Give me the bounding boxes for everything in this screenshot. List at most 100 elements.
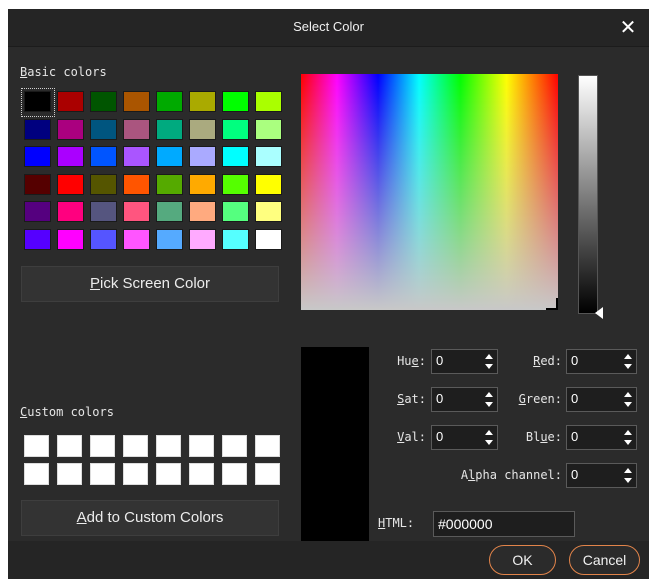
basic-color-swatch[interactable] bbox=[186, 226, 219, 254]
basic-color-swatch[interactable] bbox=[252, 116, 285, 144]
custom-color-swatch[interactable] bbox=[54, 433, 87, 461]
hue-spinbox[interactable]: 0 bbox=[431, 349, 498, 374]
pick-screen-color-button[interactable]: Pick Screen Color bbox=[21, 266, 279, 302]
basic-color-swatch[interactable] bbox=[153, 198, 186, 226]
red-spinbox[interactable]: 0 bbox=[566, 349, 637, 374]
basic-color-swatch[interactable] bbox=[54, 116, 87, 144]
luminance-slider[interactable] bbox=[578, 75, 598, 314]
basic-color-swatch[interactable] bbox=[21, 143, 54, 171]
basic-color-swatch[interactable] bbox=[120, 116, 153, 144]
blue-spinbox[interactable]: 0 bbox=[566, 425, 637, 450]
custom-color-swatch[interactable] bbox=[120, 461, 153, 489]
basic-color-swatch[interactable] bbox=[54, 88, 87, 116]
basic-color-swatch[interactable] bbox=[153, 226, 186, 254]
basic-color-swatch[interactable] bbox=[252, 88, 285, 116]
basic-color-swatch[interactable] bbox=[120, 198, 153, 226]
swatch-fill bbox=[189, 173, 216, 195]
spin-arrows-icon[interactable] bbox=[624, 467, 632, 484]
hue-saturation-picker[interactable] bbox=[301, 74, 558, 310]
basic-color-swatch[interactable] bbox=[120, 171, 153, 199]
spin-arrows-icon[interactable] bbox=[624, 391, 632, 408]
basic-color-swatch[interactable] bbox=[252, 143, 285, 171]
basic-color-swatch[interactable] bbox=[252, 171, 285, 199]
custom-color-swatch[interactable] bbox=[252, 461, 285, 489]
custom-color-swatch[interactable] bbox=[219, 461, 252, 489]
custom-color-swatch[interactable] bbox=[120, 433, 153, 461]
swatch-fill bbox=[57, 201, 84, 222]
basic-color-swatch[interactable] bbox=[219, 88, 252, 116]
spin-arrows-icon[interactable] bbox=[485, 391, 493, 408]
swatch-fill bbox=[255, 228, 282, 250]
basic-color-swatch[interactable] bbox=[186, 171, 219, 199]
basic-color-swatch[interactable] bbox=[153, 143, 186, 171]
basic-color-swatch[interactable] bbox=[87, 171, 120, 199]
basic-color-swatch[interactable] bbox=[21, 88, 55, 117]
spin-arrows-icon[interactable] bbox=[624, 429, 632, 446]
custom-color-swatch[interactable] bbox=[21, 461, 54, 489]
basic-color-swatch[interactable] bbox=[186, 88, 219, 116]
custom-color-swatch[interactable] bbox=[87, 433, 120, 461]
spin-arrows-icon[interactable] bbox=[485, 429, 493, 446]
luminance-slider-handle[interactable] bbox=[595, 307, 603, 319]
basic-color-swatch[interactable] bbox=[21, 226, 54, 254]
basic-color-swatch[interactable] bbox=[120, 143, 153, 171]
basic-color-swatch[interactable] bbox=[120, 226, 153, 254]
sat-spinbox[interactable]: 0 bbox=[431, 387, 498, 412]
basic-color-swatch[interactable] bbox=[54, 143, 87, 171]
custom-color-swatch[interactable] bbox=[252, 433, 285, 461]
spin-arrows-icon[interactable] bbox=[485, 353, 493, 370]
basic-color-swatch[interactable] bbox=[87, 143, 120, 171]
blue-value: 0 bbox=[571, 429, 579, 444]
alpha-spinbox[interactable]: 0 bbox=[566, 463, 637, 488]
swatch-fill bbox=[123, 201, 150, 222]
green-spinbox[interactable]: 0 bbox=[566, 387, 637, 412]
swatch-fill bbox=[90, 435, 115, 457]
swatch-fill bbox=[90, 463, 115, 485]
basic-color-swatch[interactable] bbox=[54, 226, 87, 254]
custom-color-swatch[interactable] bbox=[153, 461, 186, 489]
basic-color-swatch[interactable] bbox=[186, 143, 219, 171]
basic-color-swatch[interactable] bbox=[219, 143, 252, 171]
ok-button[interactable]: OK bbox=[489, 545, 556, 575]
cancel-button[interactable]: Cancel bbox=[569, 545, 640, 575]
custom-color-swatch[interactable] bbox=[219, 433, 252, 461]
swatch-fill bbox=[189, 201, 216, 222]
basic-color-swatch[interactable] bbox=[21, 198, 54, 226]
basic-color-swatch[interactable] bbox=[153, 116, 186, 144]
custom-color-swatch[interactable] bbox=[153, 433, 186, 461]
html-hex-input[interactable]: #000000 bbox=[433, 511, 575, 537]
basic-color-swatch[interactable] bbox=[219, 198, 252, 226]
val-spinbox[interactable]: 0 bbox=[431, 425, 498, 450]
basic-color-swatch[interactable] bbox=[87, 226, 120, 254]
custom-color-swatch[interactable] bbox=[186, 461, 219, 489]
custom-color-swatch[interactable] bbox=[186, 433, 219, 461]
basic-color-swatch[interactable] bbox=[87, 198, 120, 226]
basic-color-swatch[interactable] bbox=[120, 88, 153, 116]
basic-color-swatch[interactable] bbox=[219, 116, 252, 144]
basic-color-swatch[interactable] bbox=[219, 226, 252, 254]
basic-color-swatch[interactable] bbox=[252, 198, 285, 226]
picker-crosshair[interactable] bbox=[546, 298, 558, 310]
basic-color-swatch[interactable] bbox=[252, 226, 285, 254]
basic-color-swatch[interactable] bbox=[186, 198, 219, 226]
swatch-fill bbox=[90, 228, 117, 250]
close-icon[interactable]: ✕ bbox=[615, 14, 641, 40]
basic-color-swatch[interactable] bbox=[54, 171, 87, 199]
basic-color-swatch[interactable] bbox=[87, 88, 120, 116]
basic-color-swatch[interactable] bbox=[21, 171, 54, 199]
spin-arrows-icon[interactable] bbox=[624, 353, 632, 370]
custom-color-swatch[interactable] bbox=[54, 461, 87, 489]
basic-color-swatch[interactable] bbox=[21, 116, 54, 144]
swatch-fill bbox=[222, 435, 247, 457]
html-hex-value: #000000 bbox=[438, 516, 493, 532]
swatch-fill bbox=[24, 463, 49, 485]
basic-color-swatch[interactable] bbox=[54, 198, 87, 226]
add-to-custom-colors-button[interactable]: Add to Custom Colors bbox=[21, 500, 279, 536]
custom-color-swatch[interactable] bbox=[21, 433, 54, 461]
basic-color-swatch[interactable] bbox=[219, 171, 252, 199]
basic-color-swatch[interactable] bbox=[153, 171, 186, 199]
basic-color-swatch[interactable] bbox=[153, 88, 186, 116]
basic-color-swatch[interactable] bbox=[87, 116, 120, 144]
basic-color-swatch[interactable] bbox=[186, 116, 219, 144]
custom-color-swatch[interactable] bbox=[87, 461, 120, 489]
